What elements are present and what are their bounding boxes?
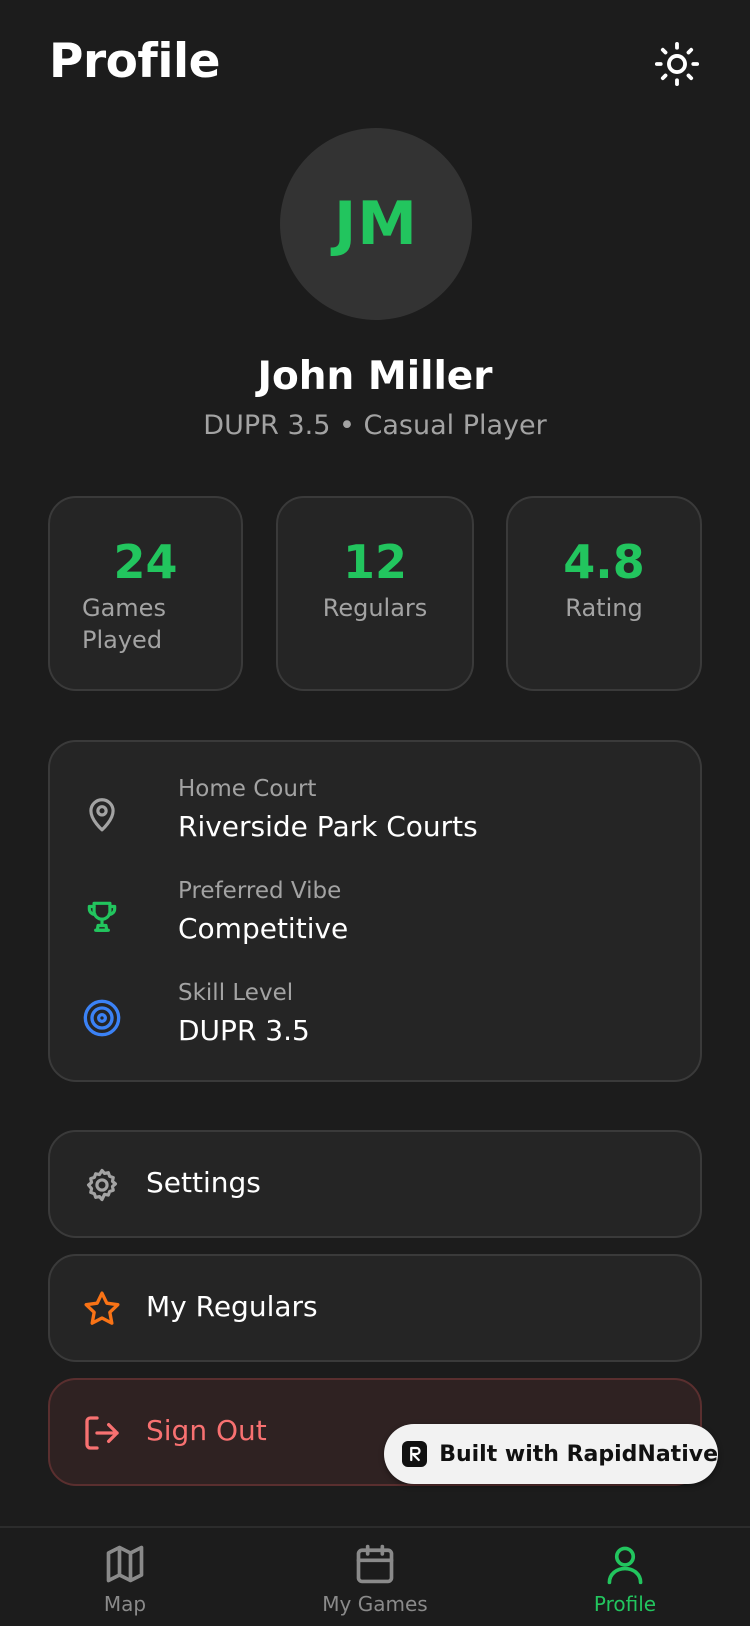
detail-label: Skill Level xyxy=(178,980,294,1006)
detail-label: Home Court xyxy=(178,776,317,802)
profile-details-card: Home Court Riverside Park Courts Preferr… xyxy=(48,740,702,1082)
bottom-tab-bar: Map My Games Profile xyxy=(0,1526,750,1626)
sun-icon xyxy=(654,41,700,87)
detail-row-preferred-vibe: Preferred Vibe Competitive xyxy=(82,878,668,958)
tab-profile[interactable]: Profile xyxy=(525,1540,725,1626)
map-icon xyxy=(101,1540,149,1588)
stat-value: 4.8 xyxy=(563,535,645,589)
stat-label: Regulars xyxy=(322,594,428,622)
stat-card-rating: 4.8 Rating xyxy=(506,496,702,691)
tab-label: Profile xyxy=(593,1592,657,1616)
stat-value: 12 xyxy=(342,535,407,589)
tab-label: Map xyxy=(103,1592,147,1616)
my-regulars-button[interactable]: My Regulars xyxy=(48,1254,702,1362)
built-with-badge[interactable]: Built with RapidNative xyxy=(384,1424,718,1484)
user-icon xyxy=(601,1540,649,1588)
my-regulars-label: My Regulars xyxy=(146,1290,318,1323)
trophy-icon xyxy=(82,896,122,936)
settings-button[interactable]: Settings xyxy=(48,1130,702,1238)
sign-out-label: Sign Out xyxy=(146,1414,267,1447)
stat-card-games-played: 24 Games Played xyxy=(48,496,243,691)
user-subtitle: DUPR 3.5 • Casual Player xyxy=(203,410,547,441)
detail-row-skill-level: Skill Level DUPR 3.5 xyxy=(82,980,668,1060)
theme-toggle-button[interactable] xyxy=(653,40,701,88)
log-out-icon xyxy=(82,1413,122,1453)
stat-value: 24 xyxy=(113,535,178,589)
gear-icon xyxy=(82,1165,122,1205)
tab-map[interactable]: Map xyxy=(25,1540,225,1626)
user-name: John Miller xyxy=(257,354,493,399)
avatar[interactable]: JM xyxy=(280,128,472,320)
detail-row-home-court: Home Court Riverside Park Courts xyxy=(82,776,668,856)
target-icon xyxy=(82,998,122,1038)
rapidnative-logo-icon xyxy=(402,1441,428,1467)
page-title: Profile xyxy=(49,34,220,89)
detail-label: Preferred Vibe xyxy=(178,878,342,904)
map-pin-icon xyxy=(82,794,122,834)
detail-value: Riverside Park Courts xyxy=(178,810,478,843)
calendar-icon xyxy=(351,1540,399,1588)
stat-label: Games Played xyxy=(82,594,166,654)
header: Profile xyxy=(49,28,701,102)
settings-label: Settings xyxy=(146,1166,261,1199)
stat-card-regulars: 12 Regulars xyxy=(276,496,474,691)
star-icon xyxy=(82,1289,122,1329)
stat-label: Rating xyxy=(565,594,643,622)
avatar-initials: JM xyxy=(333,189,419,259)
detail-value: DUPR 3.5 xyxy=(178,1014,310,1047)
detail-value: Competitive xyxy=(178,912,349,945)
tab-label: My Games xyxy=(322,1592,428,1616)
built-with-text: Built with RapidNative xyxy=(439,1441,718,1467)
tab-my-games[interactable]: My Games xyxy=(275,1540,475,1626)
